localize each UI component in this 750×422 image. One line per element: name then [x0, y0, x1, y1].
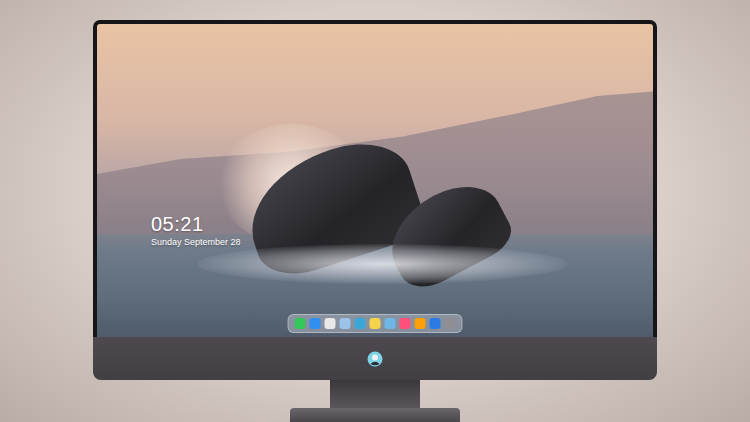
- dock-app-icon[interactable]: [430, 318, 441, 329]
- dock-app-icon[interactable]: [325, 318, 336, 329]
- foam: [197, 244, 567, 284]
- dock-app-icon[interactable]: [310, 318, 321, 329]
- monitor-stand-neck: [330, 380, 420, 408]
- dock-app-icon[interactable]: [340, 318, 351, 329]
- clock-time: 05:21: [151, 212, 241, 236]
- dock-app-icon[interactable]: [385, 318, 396, 329]
- monitor: 05:21Sunday September 28: [93, 20, 657, 380]
- desktop-mockup: 05:21Sunday September 28: [0, 0, 750, 422]
- lock-clock: 05:21Sunday September 28: [151, 212, 241, 248]
- dock-app-icon[interactable]: [415, 318, 426, 329]
- dock-app-icon[interactable]: [445, 318, 456, 329]
- dock: [288, 314, 463, 333]
- screen-bezel: 05:21Sunday September 28: [93, 20, 657, 337]
- dock-app-icon[interactable]: [295, 318, 306, 329]
- monitor-stand-base: [290, 408, 460, 422]
- brand-logo-icon: [367, 351, 383, 367]
- dock-app-icon[interactable]: [355, 318, 366, 329]
- lock-screen: 05:21Sunday September 28: [97, 24, 653, 337]
- wallpaper-photo: [97, 24, 653, 337]
- dock-app-icon[interactable]: [370, 318, 381, 329]
- monitor-chin: [93, 337, 657, 380]
- clock-date: Sunday September 28: [151, 236, 241, 248]
- dock-app-icon[interactable]: [400, 318, 411, 329]
